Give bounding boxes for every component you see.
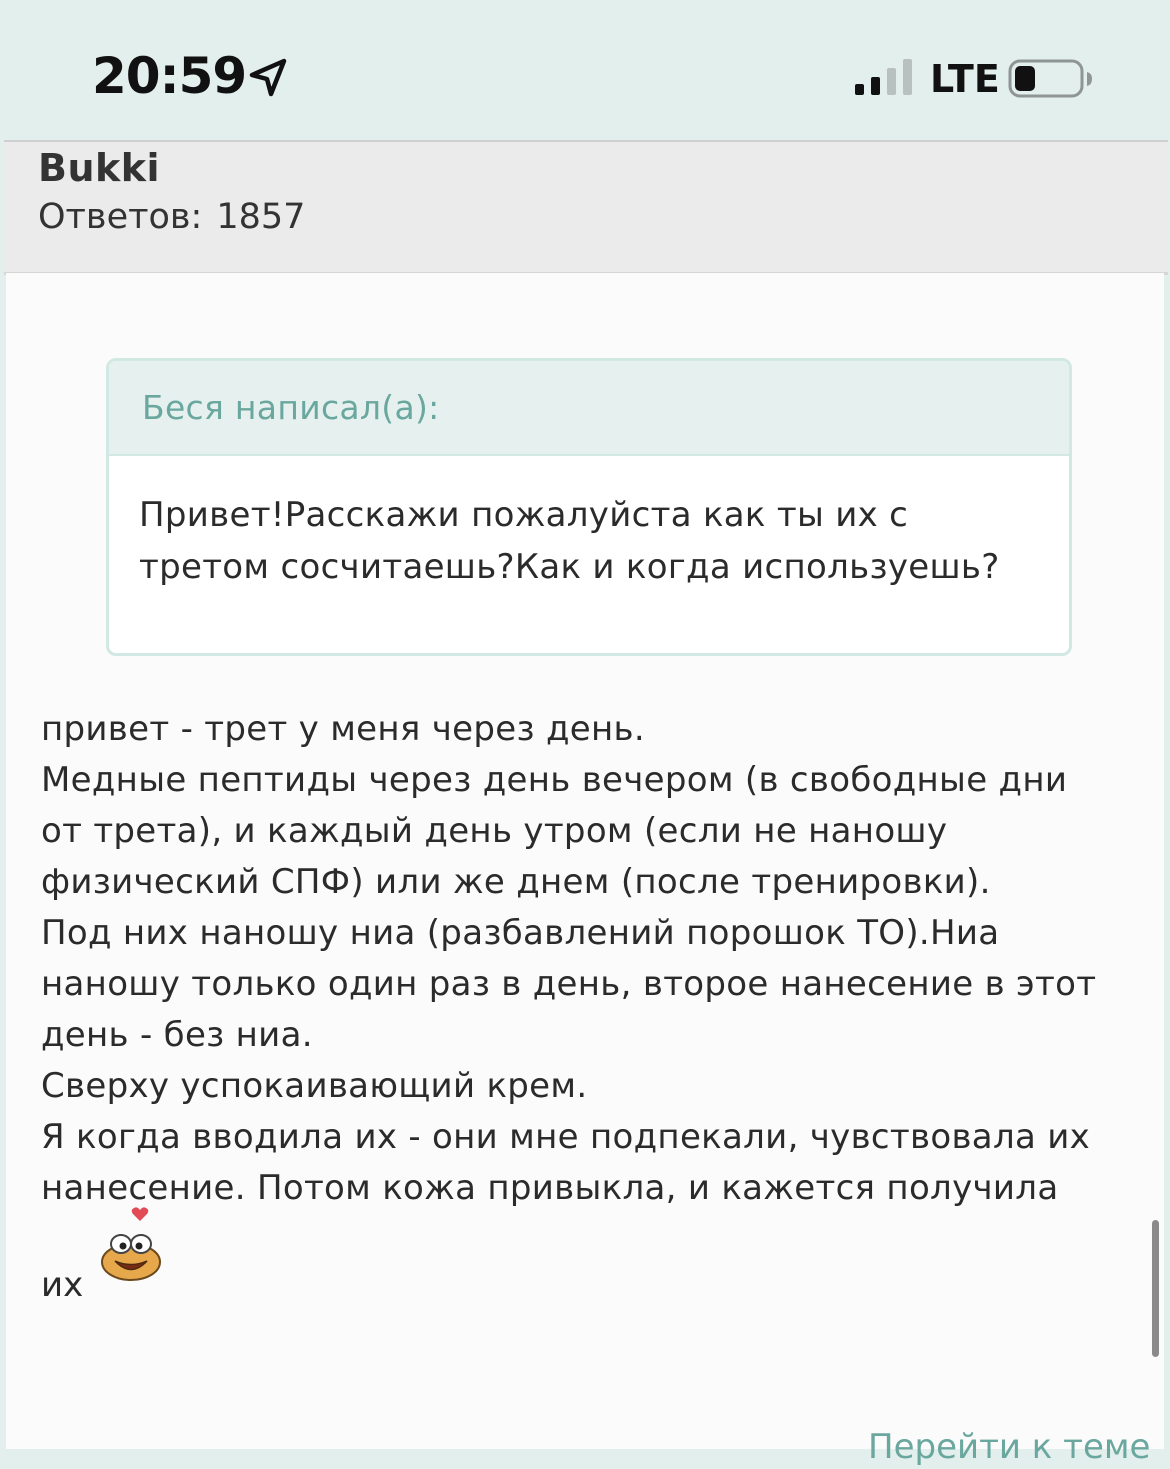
network-type: LTE [930,57,1000,101]
reply-line: Я когда вводила их - они мне подпекали, … [41,1117,1091,1157]
quote-line: Привет!Расскажи пожалуйста как ты их с [139,495,909,535]
scrollbar[interactable] [1152,1220,1159,1357]
reply-line: нанесение. Потом кожа привыкла, и кажетс… [41,1168,1059,1208]
battery-low-icon [1008,59,1092,98]
reply-line: Медные пептиды через день вечером (в сво… [41,760,1068,800]
post-body: Беся написал(а): Привет!Расскажи пожалуй… [6,273,1164,1467]
replies-info: Ответов: 1857 [38,194,305,240]
reply-line: от трета), и каждый день утром (если не … [41,811,948,851]
quote-author: Беся написал(а): [142,388,440,427]
reply-line: день - без ниа. [41,1015,313,1055]
quote-line: третом сосчитаешь?Как и когда используеш… [139,547,1000,587]
smiley-heart-icon [101,1234,161,1281]
heart-icon [131,1207,149,1221]
quote-text: Привет!Расскажи пожалуйста как ты их с т… [139,489,1049,593]
reply-line: Сверху успокаивающий крем. [41,1066,588,1106]
reply-line: привет - трет у меня через день. [41,709,645,749]
replies-label: Ответов: [38,197,203,237]
status-time: 20:59 [92,47,247,105]
quote-header: Беся написал(а): [109,361,1069,456]
reply-line: физический СПФ) или же днем (после трени… [41,862,991,902]
quote-box: Беся написал(а): Привет!Расскажи пожалуй… [106,358,1072,656]
reply-last-word: их [41,1265,84,1305]
post-author[interactable]: Bukki [38,144,160,192]
goto-topic-link[interactable]: Перейти к теме [868,1425,1150,1469]
post-header: Bukki Ответов: 1857 [4,140,1168,275]
signal-bars-icon [855,59,912,95]
location-arrow-icon [249,58,287,97]
reply-text: привет - трет у меня через день. Медные … [41,704,1141,1214]
replies-count: 1857 [216,197,306,237]
status-bar: 20:59 LTE [0,0,1170,140]
reply-line: Под них наношу ниа (разбавлений порошок … [41,913,1000,953]
reply-line: наношу только один раз в день, второе на… [41,964,1097,1004]
